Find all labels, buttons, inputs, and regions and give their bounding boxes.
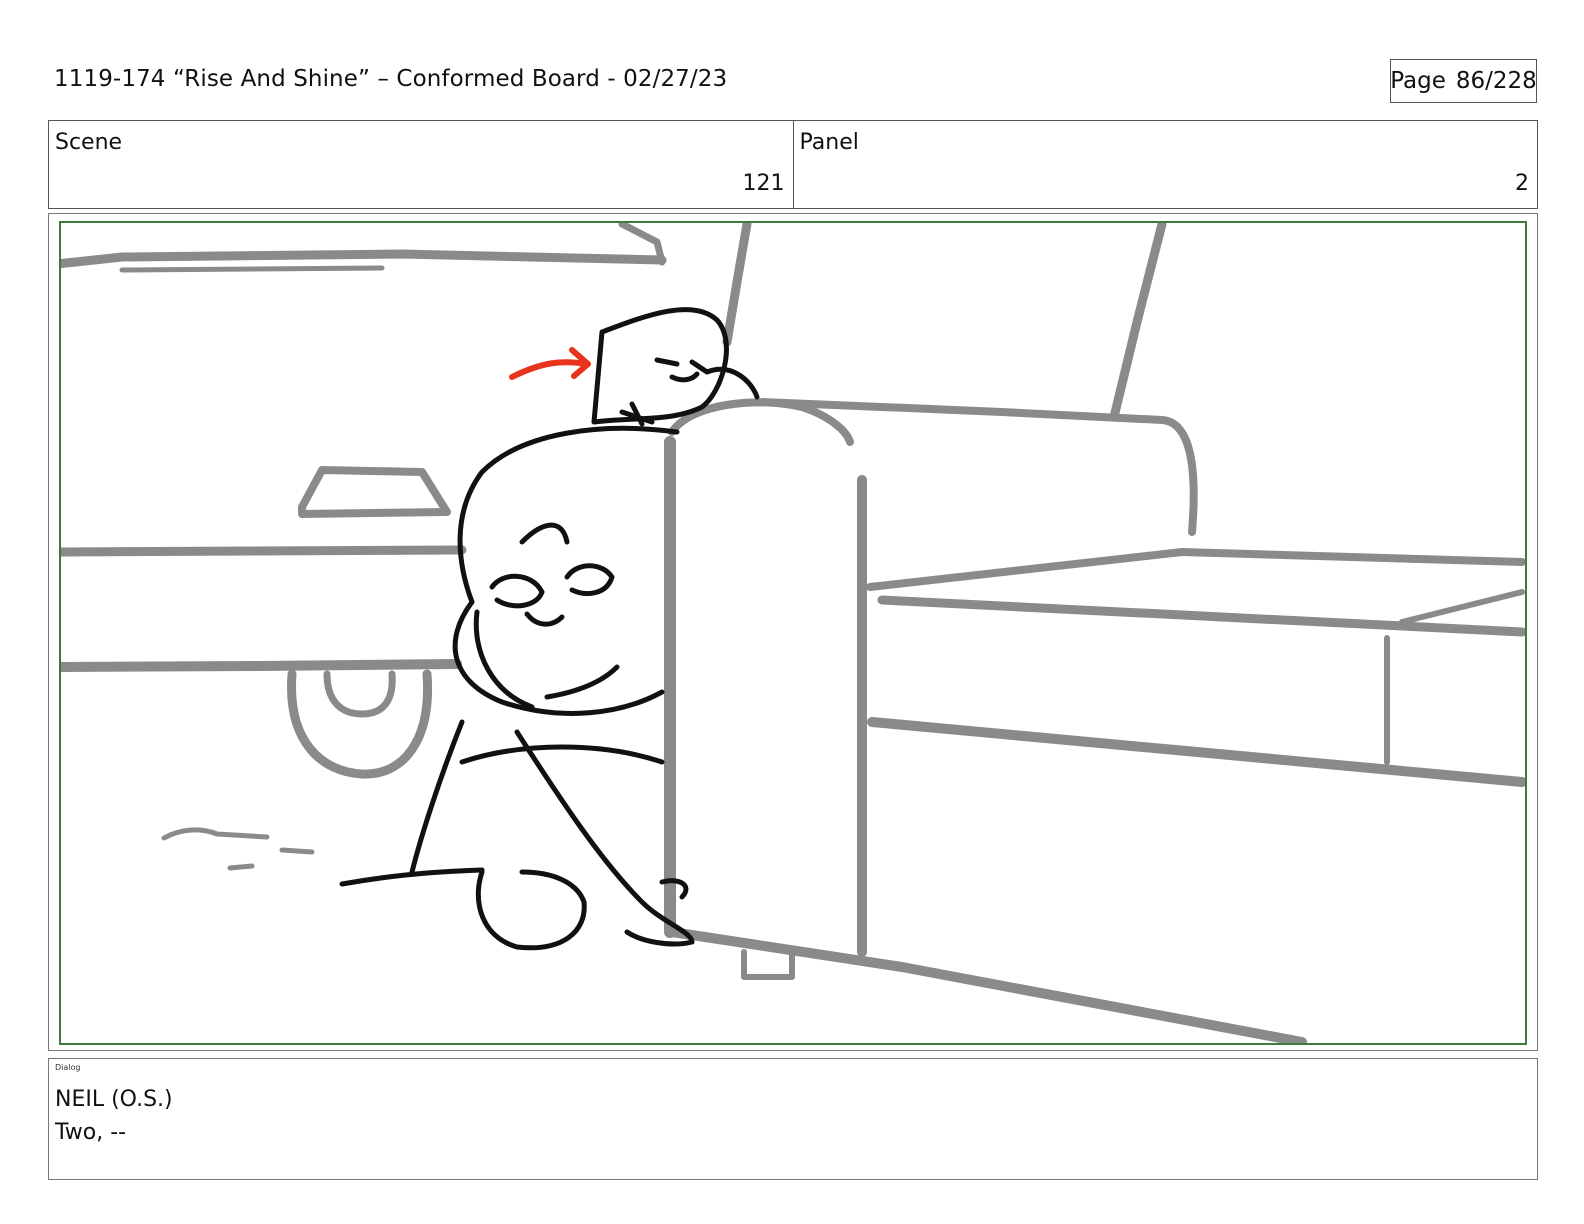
storyboard-frame	[59, 221, 1527, 1045]
dialog-lines: NEIL (O.S.) Two, --	[55, 1083, 173, 1149]
page-label: Page	[1390, 68, 1446, 94]
car-sketch	[61, 223, 752, 871]
scene-cell: Scene 121	[49, 121, 793, 208]
panel-label: Panel	[799, 130, 859, 155]
dialog-box: Dialog NEIL (O.S.) Two, --	[48, 1058, 1538, 1180]
motion-arrow	[509, 347, 591, 380]
couch-sketch	[664, 223, 1525, 1043]
storyboard-sketch	[61, 223, 1525, 1043]
header-title: 1119-174 “Rise And Shine” – Conformed Bo…	[54, 66, 728, 92]
dialog-tag: Dialog	[55, 1063, 81, 1072]
scene-panel-row: Scene 121 Panel 2	[48, 120, 1538, 209]
page-indicator: Page 86/228	[1390, 59, 1537, 103]
dialog-line: Two, --	[55, 1120, 127, 1145]
dialog-speaker: NEIL (O.S.)	[55, 1087, 173, 1112]
scene-label: Scene	[55, 130, 123, 155]
character-sketch	[339, 307, 760, 951]
panel-value: 2	[1515, 171, 1529, 196]
page-number: 86/228	[1455, 68, 1537, 94]
panel-cell: Panel 2	[792, 121, 1538, 208]
scene-value: 121	[742, 171, 785, 196]
